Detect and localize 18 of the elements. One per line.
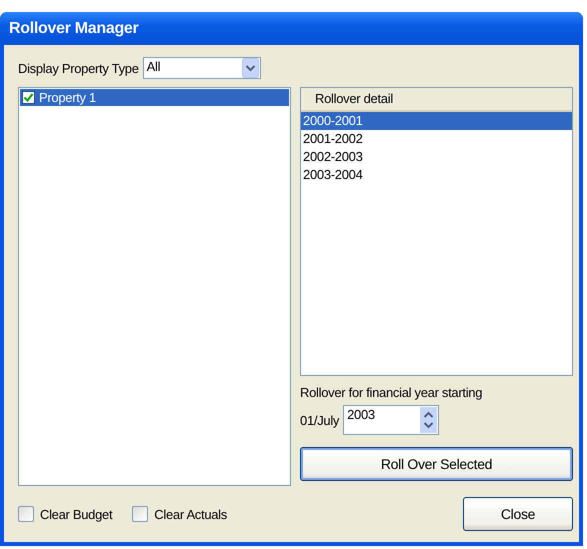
year-spinner[interactable]: 2003	[343, 405, 440, 435]
checkbox[interactable]	[22, 91, 35, 104]
year-row[interactable]: 2002-2003	[301, 148, 572, 166]
year-row[interactable]: 2000-2001	[301, 112, 572, 130]
filter-label: Display Property Type	[18, 60, 139, 76]
date-prefix-label: 01/July	[300, 412, 340, 428]
year-row[interactable]: 2003-2004	[301, 166, 572, 184]
column-header[interactable]: Rollover detail	[301, 88, 572, 112]
option-checkbox[interactable]: Clear Budget	[18, 506, 112, 522]
roll-over-selected-button[interactable]: Roll Over Selected	[300, 447, 573, 481]
window-title: Rollover Manager	[9, 20, 138, 38]
close-button[interactable]: Close	[463, 497, 573, 531]
option-checkbox[interactable]: Clear Actuals	[132, 506, 227, 522]
property-type-dropdown[interactable]: All	[142, 57, 261, 79]
spin-arrows-icon	[420, 407, 438, 433]
year-row[interactable]: 2001-2002	[301, 130, 572, 148]
property-item[interactable]: Property 1	[20, 89, 290, 106]
financial-year-label: Rollover for financial year starting	[300, 385, 484, 400]
